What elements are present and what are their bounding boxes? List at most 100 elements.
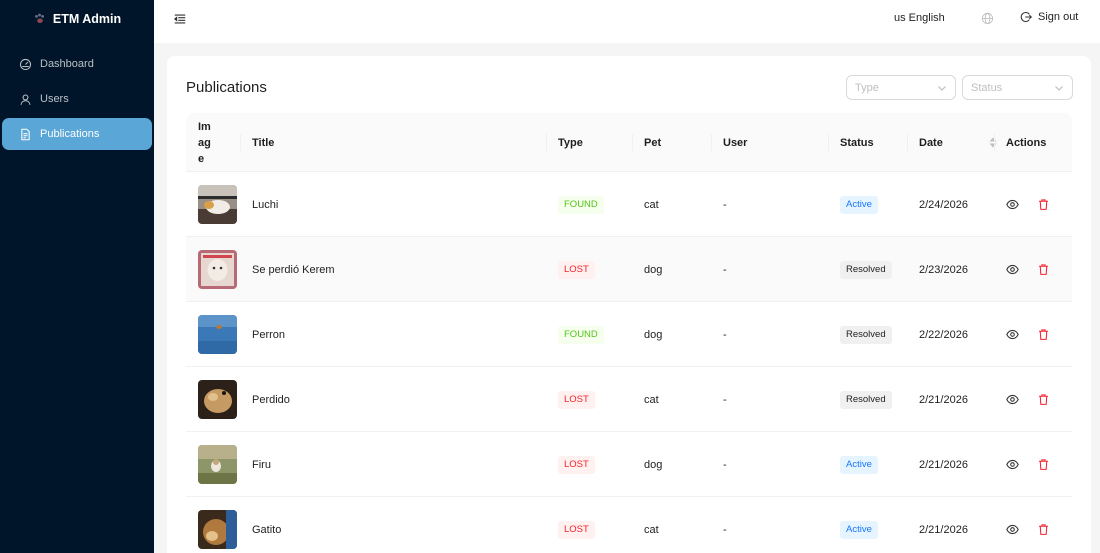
- title-cell: Luchi: [252, 198, 279, 211]
- status-badge: Resolved: [840, 390, 892, 409]
- title-cell: Perron: [252, 328, 286, 341]
- date-cell: 2/21/2026: [919, 523, 968, 536]
- column-header-status: Status: [828, 113, 907, 172]
- sidebar-item-publications[interactable]: Publications: [2, 118, 152, 150]
- app-title: ETM Admin: [52, 12, 122, 26]
- user-cell: -: [723, 263, 727, 276]
- image-cell: [198, 367, 237, 432]
- status-badge: Active: [840, 520, 878, 539]
- table-row: Luchi FOUND cat - Active 2/24/2026: [186, 172, 1072, 237]
- status-cell: Active: [840, 172, 878, 237]
- type-tag: FOUND: [558, 195, 604, 214]
- app-logo: ETM Admin: [0, 0, 154, 38]
- column-header-actions: Actions: [994, 113, 1072, 172]
- table-body: Luchi FOUND cat - Active 2/24/2026 Se perdió K…: [186, 172, 1072, 553]
- type-tag: LOST: [558, 455, 595, 474]
- view-icon[interactable]: [1006, 458, 1019, 471]
- column-header-user: User: [711, 113, 828, 172]
- pet-thumbnail[interactable]: [198, 185, 237, 224]
- delete-icon[interactable]: [1037, 198, 1050, 211]
- chevron-down-icon: [1055, 86, 1063, 91]
- view-icon[interactable]: [1006, 393, 1019, 406]
- dashboard-icon: [19, 58, 32, 70]
- type-filter-select[interactable]: Type: [846, 75, 956, 100]
- user-cell: -: [723, 198, 727, 211]
- pet-cell: cat: [644, 523, 659, 536]
- sidebar-item-users[interactable]: Users: [2, 83, 152, 115]
- type-cell: FOUND: [558, 172, 604, 237]
- pet-thumbnail[interactable]: [198, 250, 237, 289]
- type-cell: LOST: [558, 367, 595, 432]
- view-icon[interactable]: [1006, 263, 1019, 276]
- type-tag: LOST: [558, 520, 595, 539]
- user-icon: [20, 94, 31, 105]
- view-icon[interactable]: [1006, 198, 1019, 211]
- user-cell: -: [723, 458, 727, 471]
- title-cell: Perdido: [252, 393, 290, 406]
- date-cell: 2/23/2026: [919, 263, 968, 276]
- status-cell: Resolved: [840, 237, 892, 302]
- sidebar-item-label: Publications: [40, 128, 100, 140]
- top-header: us English Sign out: [154, 0, 1100, 43]
- sign-out-label: Sign out: [1038, 11, 1079, 23]
- chevron-down-icon: [938, 86, 946, 91]
- table-row: Se perdió Kerem LOST dog - Resolved 2/23/2026: [186, 237, 1072, 302]
- table-row: Perron FOUND dog - Resolved 2/22/2026: [186, 302, 1072, 367]
- user-cell: -: [723, 393, 727, 406]
- type-cell: LOST: [558, 432, 595, 497]
- type-tag: LOST: [558, 390, 595, 409]
- image-cell: [198, 497, 237, 553]
- pet-thumbnail[interactable]: [198, 445, 237, 484]
- user-cell: -: [723, 328, 727, 341]
- date-cell: 2/22/2026: [919, 328, 968, 341]
- pet-thumbnail[interactable]: [198, 510, 237, 549]
- pet-cell: dog: [644, 328, 663, 341]
- image-cell: [198, 432, 237, 497]
- title-cell: Firu: [252, 458, 271, 471]
- type-tag: LOST: [558, 260, 595, 279]
- actions-cell: [1006, 172, 1050, 237]
- pet-thumbnail[interactable]: [198, 315, 237, 354]
- table-header: Image Title Type Pet User Status Date Ac…: [186, 113, 1072, 172]
- sidebar-item-dashboard[interactable]: Dashboard: [2, 48, 152, 80]
- sidebar-item-label: Dashboard: [40, 58, 94, 70]
- pet-thumbnail[interactable]: [198, 380, 237, 419]
- title-cell: Se perdió Kerem: [252, 263, 335, 276]
- date-cell: 2/24/2026: [919, 198, 968, 211]
- image-cell: [198, 237, 237, 302]
- type-cell: LOST: [558, 497, 595, 553]
- logout-icon: [1020, 12, 1032, 22]
- status-badge: Resolved: [840, 325, 892, 344]
- language-selector[interactable]: us English: [894, 12, 945, 24]
- menu-fold-icon[interactable]: [173, 12, 187, 26]
- globe-icon[interactable]: [981, 12, 994, 25]
- sidebar: ETM Admin Dashboard Users Publications: [0, 0, 154, 553]
- image-cell: [198, 302, 237, 367]
- status-badge: Active: [840, 455, 878, 474]
- column-header-image: Image: [198, 120, 211, 165]
- image-cell: [198, 172, 237, 237]
- type-cell: LOST: [558, 237, 595, 302]
- view-icon[interactable]: [1006, 328, 1019, 341]
- status-cell: Resolved: [840, 367, 892, 432]
- delete-icon[interactable]: [1037, 393, 1050, 406]
- table-row: Perdido LOST cat - Resolved 2/21/2026: [186, 367, 1072, 432]
- sidebar-item-label: Users: [40, 93, 69, 105]
- type-cell: FOUND: [558, 302, 604, 367]
- column-header-type: Type: [546, 113, 632, 172]
- actions-cell: [1006, 367, 1050, 432]
- title-cell: Gatito: [252, 523, 282, 536]
- sign-out-button[interactable]: Sign out: [1020, 11, 1078, 23]
- view-icon[interactable]: [1006, 523, 1019, 536]
- file-icon: [21, 128, 30, 140]
- delete-icon[interactable]: [1037, 328, 1050, 341]
- delete-icon[interactable]: [1037, 458, 1050, 471]
- delete-icon[interactable]: [1037, 263, 1050, 276]
- page-title: Publications: [186, 79, 267, 96]
- sidebar-menu: Dashboard Users Publications: [0, 38, 154, 150]
- table-row: Gatito LOST cat - Active 2/21/2026: [186, 497, 1072, 553]
- actions-cell: [1006, 302, 1050, 367]
- status-filter-select[interactable]: Status: [962, 75, 1073, 100]
- column-header-date[interactable]: Date: [907, 113, 997, 172]
- delete-icon[interactable]: [1037, 523, 1050, 536]
